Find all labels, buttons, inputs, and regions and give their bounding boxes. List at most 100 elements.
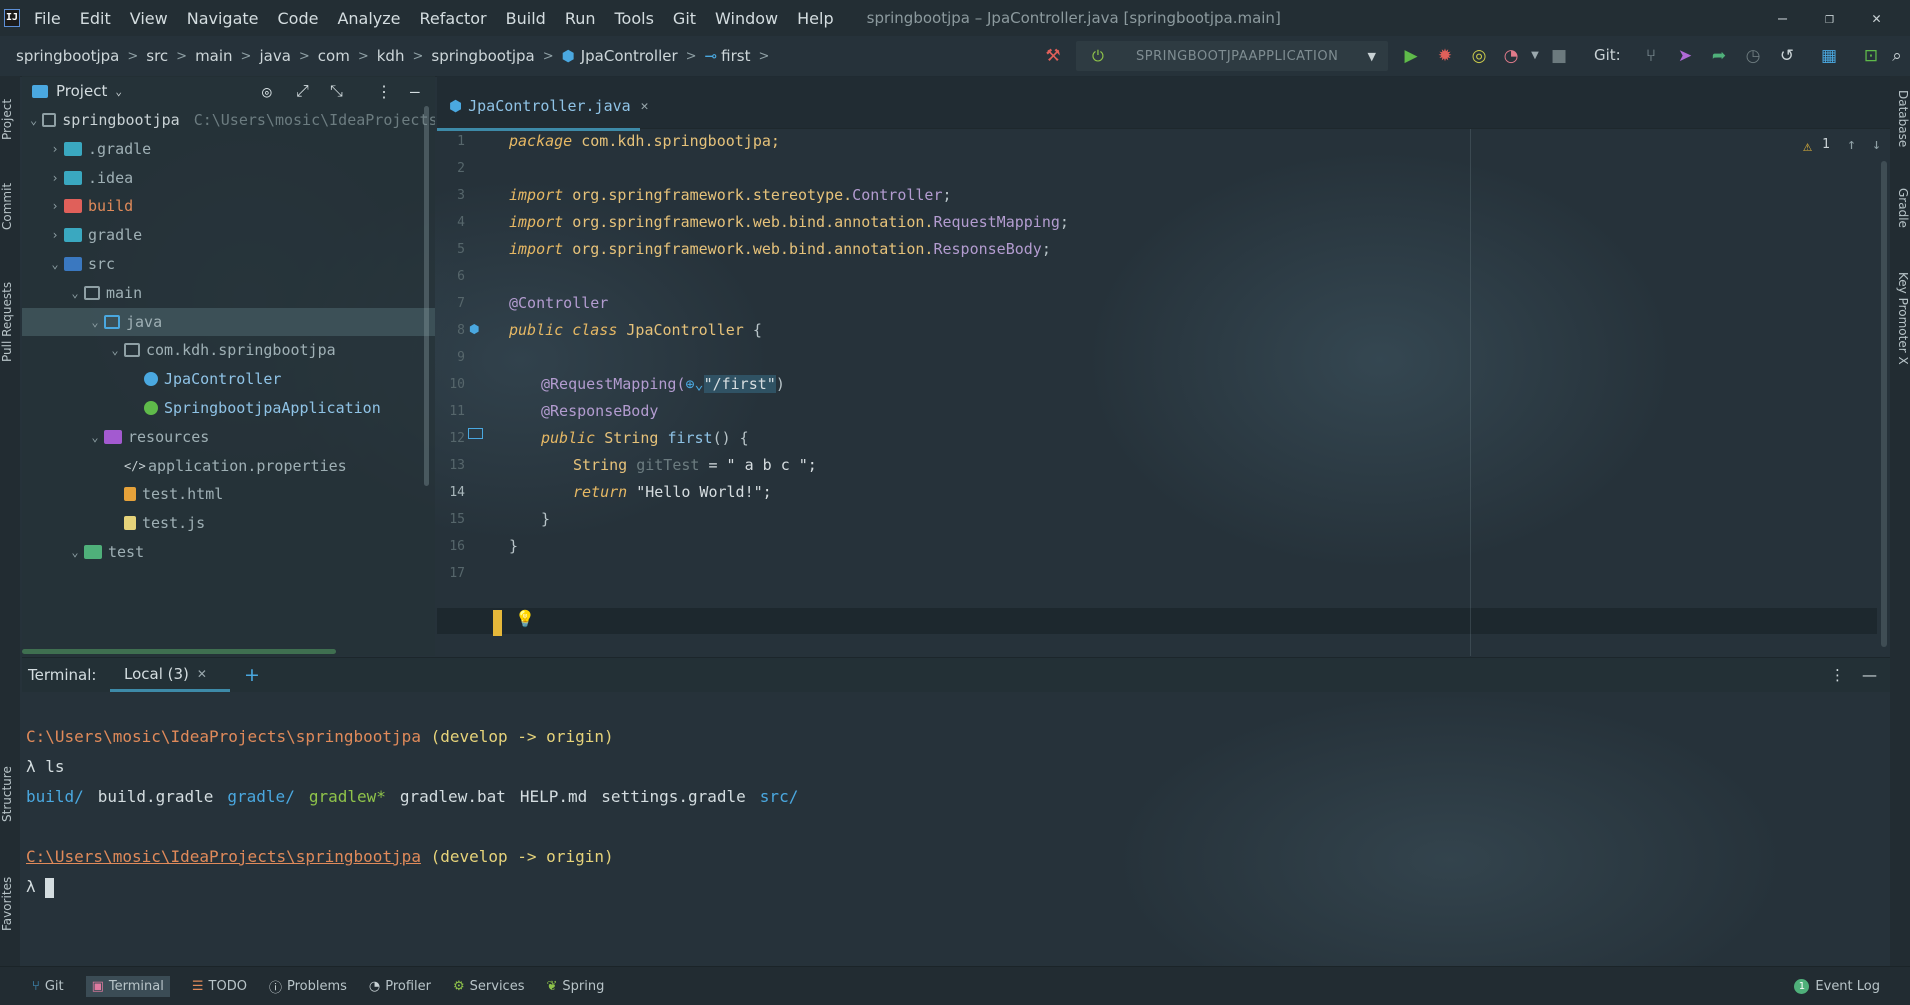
tool-tab-commit[interactable]: Commit [0, 176, 20, 236]
event-log-button[interactable]: 1 Event Log [1794, 978, 1880, 994]
menu-view[interactable]: View [130, 9, 168, 28]
coverage-icon[interactable]: ◎ [1468, 45, 1490, 67]
breadcrumb-src[interactable]: src [146, 47, 168, 65]
chevron-right-icon[interactable]: › [46, 199, 64, 213]
chevron-down-icon[interactable]: ⌄ [106, 343, 124, 357]
tool-tab-favorites[interactable]: Favorites [0, 862, 20, 946]
tool-window-spring[interactable]: ❦ Spring [546, 979, 604, 994]
git-commit-icon[interactable]: ➤ [1674, 45, 1696, 67]
tree-item-build[interactable]: › build [22, 192, 435, 220]
tree-item-com-kdh-springbootjpa[interactable]: ⌄ com.kdh.springbootjpa [22, 336, 435, 364]
chevron-down-icon[interactable]: ⌄ [66, 545, 84, 559]
tree-item-application-properties[interactable]: </> application.properties [22, 452, 435, 480]
tree-item-resources[interactable]: ⌄ resources [22, 423, 435, 451]
editor-scrollbar[interactable] [1881, 161, 1887, 647]
tree-item--gradle[interactable]: › .gradle [22, 135, 435, 163]
tree-item-test-html[interactable]: test.html [22, 480, 435, 508]
menu-code[interactable]: Code [278, 9, 319, 28]
debug-icon[interactable]: ✹ [1434, 45, 1456, 67]
tool-window-terminal[interactable]: ▣ Terminal [85, 975, 170, 997]
chevron-down-icon[interactable]: ⌄ [86, 430, 104, 444]
git-history-icon[interactable]: ◷ [1742, 45, 1764, 67]
run-icon[interactable]: ▶ [1400, 45, 1422, 67]
minimize-button[interactable]: — [1759, 9, 1806, 27]
restore-button[interactable]: ❐ [1806, 9, 1853, 27]
new-terminal-button[interactable]: + [244, 664, 260, 686]
project-structure-icon[interactable]: ▦ [1818, 45, 1840, 67]
breadcrumb-java[interactable]: java [259, 47, 290, 65]
expand-all-icon[interactable]: ⤢ [296, 81, 309, 101]
tree-item-java[interactable]: ⌄ java [22, 307, 435, 336]
chevron-right-icon[interactable]: › [46, 171, 64, 185]
tool-window-problems[interactable]: ⓘ Problems [269, 977, 347, 996]
tool-window-services[interactable]: ⚙ Services [453, 979, 524, 994]
build-hammer-icon[interactable]: ⚒ [1042, 45, 1064, 67]
menu-tools[interactable]: Tools [615, 9, 654, 28]
terminal-options-icon[interactable]: ⋮ [1830, 666, 1845, 684]
breadcrumb-jpacontroller[interactable]: JpaController [581, 47, 678, 65]
tool-tab-structure[interactable]: Structure [0, 752, 20, 836]
menu-run[interactable]: Run [565, 9, 596, 28]
menu-analyze[interactable]: Analyze [337, 9, 400, 28]
endpoint-icon[interactable] [468, 428, 483, 439]
project-view-select[interactable]: Project [56, 82, 107, 100]
menu-git[interactable]: Git [673, 9, 696, 28]
breadcrumb-main[interactable]: main [195, 47, 232, 65]
menu-help[interactable]: Help [797, 9, 833, 28]
breadcrumb-com[interactable]: com [318, 47, 350, 65]
tree-hscrollbar[interactable] [22, 649, 336, 654]
implemented-icon[interactable]: ⬢ [469, 322, 479, 336]
terminal-toolbar-icon[interactable]: ⊡ [1860, 45, 1882, 67]
options-icon[interactable]: ⋮ [376, 82, 392, 101]
tree-item-springbootjpa[interactable]: ⌄ springbootjpa C:\Users\mosic\IdeaProject… [22, 106, 435, 134]
run-configuration-select[interactable]: ⏻ SPRINGBOOTJPAAPPLICATION ▼ [1076, 41, 1388, 71]
collapse-all-icon[interactable]: ⤡ [330, 81, 343, 101]
tool-tab-pull-requests[interactable]: Pull Requests [0, 262, 20, 382]
terminal-prompt[interactable]: λ [26, 877, 55, 898]
close-window-button[interactable]: ✕ [1853, 9, 1900, 27]
breadcrumb-kdh[interactable]: kdh [377, 47, 405, 65]
menu-build[interactable]: Build [506, 9, 546, 28]
tree-item-test[interactable]: ⌄ test [22, 538, 435, 566]
tool-tab-key-promoter[interactable]: Key Promoter X [1890, 272, 1910, 402]
terminal-output[interactable]: C:\Users\mosic\IdeaProjects\springbootjp… [22, 692, 1890, 966]
intellij-logo-icon[interactable]: IJ [4, 9, 20, 27]
tree-scrollbar[interactable] [424, 106, 429, 486]
tree-item-test-js[interactable]: test.js [22, 509, 435, 537]
chevron-down-icon[interactable]: ⌄ [66, 286, 84, 300]
menu-edit[interactable]: Edit [80, 9, 111, 28]
profile-icon[interactable]: ◔ [1500, 45, 1522, 67]
tool-window-git[interactable]: ⑂ Git [32, 979, 64, 994]
menu-window[interactable]: Window [715, 9, 778, 28]
close-tab-icon[interactable]: ✕ [641, 99, 649, 114]
chevron-right-icon[interactable]: › [46, 228, 64, 242]
git-push-icon[interactable]: ➦ [1708, 45, 1730, 67]
hide-panel-icon[interactable]: — [410, 82, 420, 101]
next-highlight-icon[interactable]: ↓ [1872, 135, 1881, 153]
locate-file-icon[interactable]: ◎ [262, 82, 272, 101]
profile-dropdown-icon[interactable]: ▼ [1524, 45, 1546, 67]
chevron-down-icon[interactable]: ⌄ [46, 257, 64, 271]
menu-file[interactable]: File [34, 9, 61, 28]
tree-item-src[interactable]: ⌄ src [22, 250, 435, 278]
breadcrumb-springbootjpa[interactable]: springbootjpa [16, 47, 119, 65]
menu-refactor[interactable]: Refactor [420, 9, 487, 28]
close-terminal-tab-icon[interactable]: ✕ [197, 667, 207, 681]
stop-icon[interactable]: ■ [1548, 45, 1570, 67]
globe-icon[interactable]: ⊕⌄ [686, 375, 704, 393]
lightbulb-icon[interactable]: 💡 [515, 609, 535, 628]
tool-tab-project[interactable]: Project [0, 84, 20, 154]
breadcrumb-first[interactable]: first [721, 47, 750, 65]
breadcrumb-springbootjpa[interactable]: springbootjpa [431, 47, 534, 65]
tree-item-springbootjpaapplication[interactable]: SpringbootjpaApplication [22, 394, 435, 422]
tool-tab-gradle[interactable]: Gradle [1890, 188, 1910, 248]
chevron-right-icon[interactable]: › [46, 142, 64, 156]
prev-highlight-icon[interactable]: ↑ [1847, 135, 1856, 153]
tree-item-jpacontroller[interactable]: JpaController [22, 365, 435, 393]
tool-window-profiler[interactable]: ◔ Profiler [369, 979, 431, 994]
tool-window-todo[interactable]: ☰ TODO [192, 979, 247, 994]
warning-icon[interactable]: ⚠ [1803, 137, 1812, 155]
tree-item--idea[interactable]: › .idea [22, 164, 435, 192]
menu-navigate[interactable]: Navigate [187, 9, 259, 28]
git-update-icon[interactable]: ⑂ [1640, 45, 1662, 67]
